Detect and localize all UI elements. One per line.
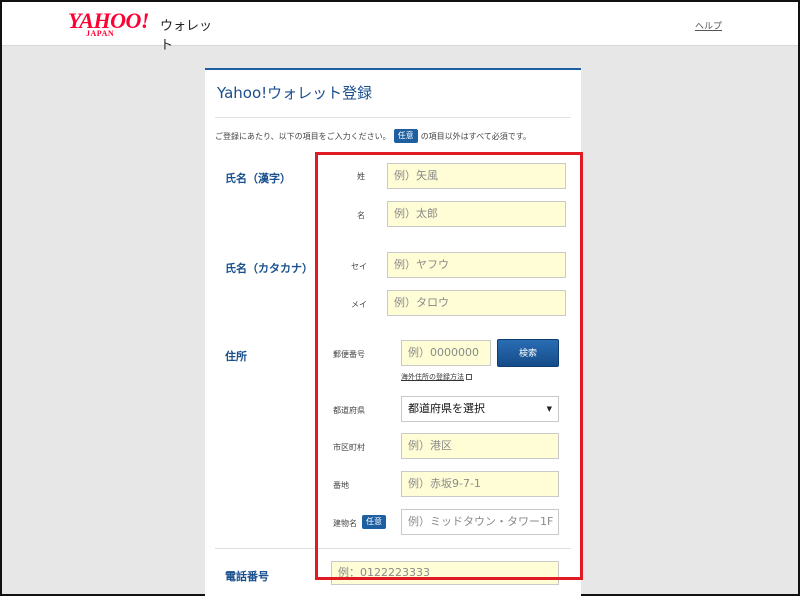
city-input[interactable]: 例）港区 xyxy=(401,433,559,459)
required-notice: ご登録にあたり、以下の項目をご入力ください。 任意 の項目以外はすべて必須です。 xyxy=(215,129,531,143)
external-link-icon xyxy=(466,374,472,380)
address-label: 住所 xyxy=(225,350,247,363)
first-name-kana-label: メイ xyxy=(351,300,367,309)
overseas-address-link[interactable]: 海外住所の登録方法 xyxy=(401,372,472,382)
last-name-kana-input[interactable]: 例）ヤフウ xyxy=(387,252,566,278)
phone-input[interactable]: 例：0122223333 xyxy=(331,561,559,585)
postal-code-input[interactable]: 例）0000000 xyxy=(401,340,491,366)
dropdown-caret-icon: ▼ xyxy=(546,405,552,413)
name-kanji-label: 氏名（漢字） xyxy=(225,172,291,185)
first-name-kana-input[interactable]: 例）タロウ xyxy=(387,290,566,316)
service-name: ウォレット xyxy=(160,19,213,53)
logo-sub: JAPAN xyxy=(86,29,115,38)
postal-search-button[interactable]: 検索 xyxy=(497,339,559,367)
prefecture-selected-value: 都道府県を選択 xyxy=(408,402,485,415)
prefecture-label: 都道府県 xyxy=(333,406,365,415)
city-label: 市区町村 xyxy=(333,443,365,452)
postal-code-label: 郵便番号 xyxy=(333,350,365,359)
street-input[interactable]: 例）赤坂9-7-1 xyxy=(401,471,559,497)
section-divider xyxy=(215,548,571,549)
notice-text-after: の項目以外はすべて必須です。 xyxy=(420,131,532,141)
building-input[interactable]: 例）ミッドタウン・タワー1F xyxy=(401,509,559,535)
title-divider xyxy=(215,117,571,118)
overseas-address-link-text: 海外住所の登録方法 xyxy=(401,373,464,381)
yahoo-wallet-logo[interactable]: YAHOO! JAPAN ウォレット xyxy=(68,10,218,54)
page-title: Yahoo!ウォレット登録 xyxy=(217,84,373,102)
prefecture-select[interactable]: 都道府県を選択 ▼ xyxy=(401,396,559,422)
last-name-label: 姓 xyxy=(357,172,365,181)
first-name-input[interactable]: 例）太郎 xyxy=(387,201,566,227)
help-link[interactable]: ヘルプ xyxy=(695,19,722,32)
first-name-label: 名 xyxy=(357,211,365,220)
last-name-kana-label: セイ xyxy=(351,262,367,271)
name-kana-label: 氏名（カタカナ） xyxy=(225,262,313,275)
optional-badge: 任意 xyxy=(393,129,418,143)
last-name-input[interactable]: 例）矢風 xyxy=(387,163,566,189)
building-label: 建物名 xyxy=(333,519,357,528)
street-label: 番地 xyxy=(333,481,349,490)
notice-text-before: ご登録にあたり、以下の項目をご入力ください。 xyxy=(215,131,391,141)
phone-label: 電話番号 xyxy=(225,570,269,583)
top-bar: YAHOO! JAPAN ウォレット ヘルプ xyxy=(2,2,798,54)
registration-panel: Yahoo!ウォレット登録 ご登録にあたり、以下の項目をご入力ください。 任意 … xyxy=(205,68,581,596)
building-optional-badge: 任意 xyxy=(362,515,386,529)
